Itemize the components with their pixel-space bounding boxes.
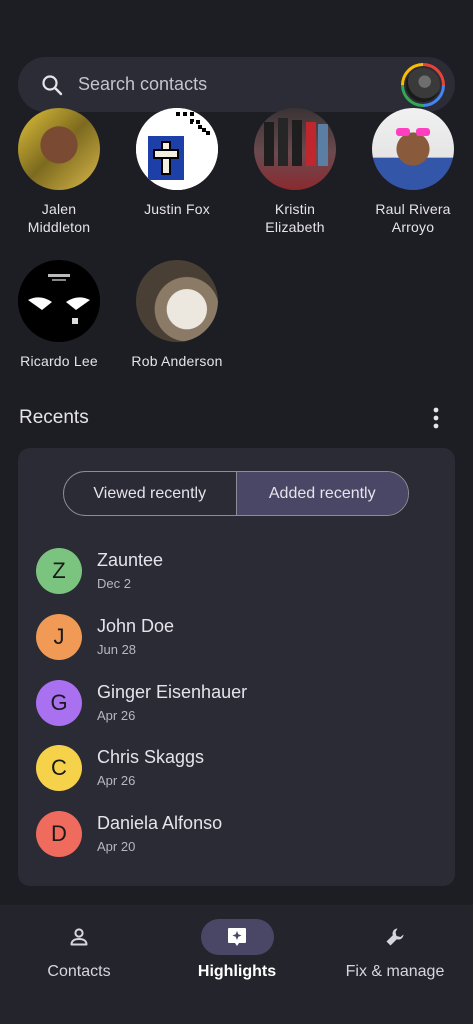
contact-date: Dec 2 [97, 576, 131, 591]
favorite-name: Ricardo Lee [20, 353, 98, 369]
person-icon [70, 928, 88, 946]
wrench-icon [386, 928, 404, 946]
contact-photo [136, 108, 218, 190]
contact-date: Jun 28 [97, 642, 137, 657]
contact-avatar: D [36, 811, 82, 857]
contact-avatar: C [36, 745, 82, 791]
recent-contact-row[interactable]: D Daniela Alfonso Apr 20 [36, 811, 436, 861]
nav-highlights-label: Highlights [197, 963, 277, 980]
favorite-contact[interactable]: Kristin Elizabeth [236, 108, 354, 236]
contact-date: Apr 26 [97, 773, 136, 788]
favorite-name: Raul Rivera Arroyo [375, 201, 451, 235]
contact-avatar: G [36, 680, 82, 726]
recents-card: Viewed recently Added recently Z Zauntee… [18, 448, 455, 886]
favorite-name: Kristin Elizabeth [265, 201, 325, 235]
contact-photo [18, 108, 100, 190]
nav-contacts-label: Contacts [47, 963, 111, 980]
more-vert-icon[interactable] [426, 405, 446, 431]
contact-name: John Doe [97, 616, 175, 636]
favorite-name: Jalen Middleton [27, 201, 91, 235]
contact-name: Ginger Eisenhauer [97, 682, 248, 702]
contact-photo [136, 260, 218, 342]
bottom-navigation: Contacts Highlights Fix & manage [0, 905, 473, 1024]
contact-photo [372, 108, 454, 190]
account-avatar[interactable] [401, 63, 445, 107]
favorite-contact[interactable]: Justin Fox [118, 108, 236, 218]
contact-name: Chris Skaggs [97, 747, 205, 767]
search-bar[interactable]: Search contacts [18, 57, 455, 112]
tab-viewed-recently[interactable]: Viewed recently [64, 472, 236, 515]
recent-contact-row[interactable]: G Ginger Eisenhauer Apr 26 [36, 680, 436, 730]
recents-title: Recents [19, 407, 89, 428]
favorite-contact[interactable]: Ricardo Lee [0, 260, 118, 370]
favorite-contact[interactable]: Jalen Middleton [0, 108, 118, 236]
favorite-contact[interactable]: Rob Anderson [118, 260, 236, 370]
nav-fix-manage-label: Fix & manage [345, 963, 445, 980]
search-icon [42, 75, 63, 96]
contact-avatar: J [36, 614, 82, 660]
favorite-name: Rob Anderson [131, 353, 223, 369]
contact-name: Zauntee [97, 550, 164, 570]
contact-photo [18, 260, 100, 342]
recent-contact-row[interactable]: C Chris Skaggs Apr 26 [36, 745, 436, 795]
search-input[interactable]: Search contacts [78, 74, 207, 95]
nav-highlights[interactable]: Highlights [158, 905, 316, 1024]
tab-added-recently[interactable]: Added recently [236, 472, 408, 515]
nav-contacts[interactable]: Contacts [0, 905, 158, 1024]
recent-contact-row[interactable]: Z Zauntee Dec 2 [36, 548, 436, 598]
contact-date: Apr 20 [97, 839, 136, 854]
contact-name: Daniela Alfonso [97, 813, 223, 833]
cross-image [136, 108, 218, 190]
nav-fix-manage[interactable]: Fix & manage [316, 905, 473, 1024]
highlights-icon [228, 928, 246, 946]
favorite-contact[interactable]: Raul Rivera Arroyo [354, 108, 472, 236]
contact-date: Apr 26 [97, 708, 136, 723]
recents-segmented-control: Viewed recently Added recently [63, 471, 409, 516]
contact-avatar: Z [36, 548, 82, 594]
favorite-name: Justin Fox [144, 201, 210, 217]
recent-contact-row[interactable]: J John Doe Jun 28 [36, 614, 436, 664]
contact-photo [254, 108, 336, 190]
